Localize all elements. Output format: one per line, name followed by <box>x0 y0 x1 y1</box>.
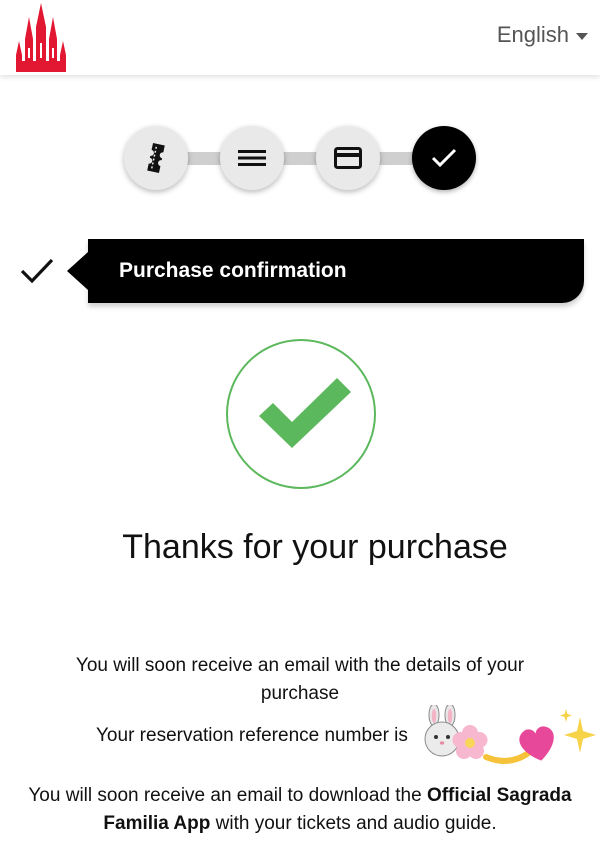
step-connector <box>280 152 320 165</box>
step-connector <box>376 152 416 165</box>
email-notice: You will soon receive an email with the … <box>75 655 525 704</box>
app-notice-suffix: with your tickets and audio guide. <box>215 813 497 834</box>
check-icon <box>20 258 54 284</box>
step-connector <box>184 152 224 165</box>
thanks-heading: Thanks for your purchase <box>122 528 508 566</box>
check-icon <box>431 148 457 168</box>
step-payment[interactable] <box>316 126 380 190</box>
list-icon <box>238 150 266 166</box>
reservation-label: Your reservation reference number is <box>96 725 408 746</box>
reservation-notice: Your reservation reference number is <box>96 722 426 750</box>
section-title: Purchase confirmation <box>119 259 347 282</box>
language-selector[interactable]: English <box>497 22 588 48</box>
section-banner: Purchase confirmation <box>88 239 584 303</box>
checkout-stepper <box>124 126 476 190</box>
app-notice: You will soon receive an email to downlo… <box>20 782 580 838</box>
step-details[interactable] <box>220 126 284 190</box>
ticket-icon <box>147 143 165 173</box>
header-bar: English <box>0 0 600 75</box>
app-notice-prefix: You will soon receive an email to downlo… <box>28 785 422 806</box>
step-confirmation[interactable] <box>412 126 476 190</box>
success-check-icon <box>226 339 376 489</box>
sagrada-familia-logo[interactable] <box>16 3 66 72</box>
banner-arrow <box>67 252 88 290</box>
credit-card-icon <box>334 147 362 169</box>
language-label: English <box>496 22 569 47</box>
step-tickets[interactable] <box>124 126 188 190</box>
chevron-down-icon <box>576 32 588 40</box>
decorative-stickers-icon <box>424 705 596 764</box>
